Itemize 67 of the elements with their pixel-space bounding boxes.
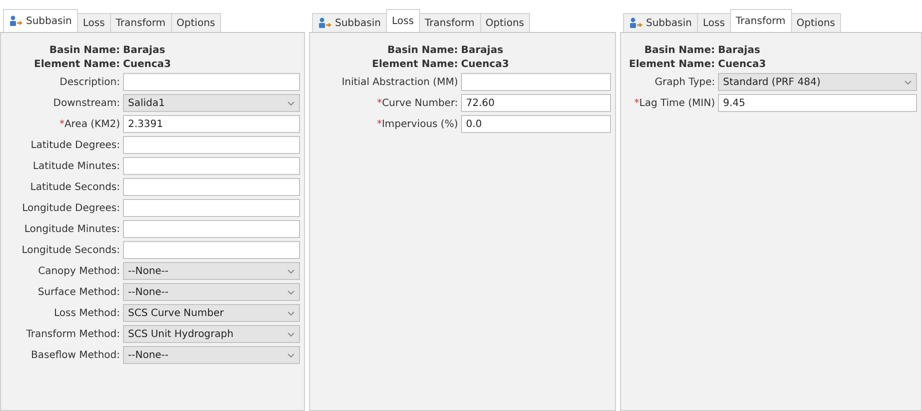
chevron-down-icon: [287, 352, 295, 358]
dropdown-field[interactable]: Salida1: [123, 94, 300, 112]
input-field[interactable]: [123, 178, 300, 196]
field-label: Longitude Degrees:: [21, 202, 120, 214]
tab[interactable]: Options: [480, 13, 530, 32]
input-field[interactable]: [123, 199, 300, 217]
input-field[interactable]: 9.45: [718, 94, 917, 112]
header-label: Element Name:: [628, 59, 715, 70]
input-field[interactable]: 72.60: [461, 94, 611, 112]
tab[interactable]: Transform: [418, 13, 481, 32]
field-label: Latitude Seconds:: [29, 182, 120, 192]
tab[interactable]: Subbasin: [312, 13, 387, 32]
field-label: Downstream:: [52, 98, 120, 108]
dropdown-field[interactable]: --None--: [123, 283, 300, 301]
chevron-down-icon: [287, 290, 295, 294]
header-value: Barajas: [123, 45, 166, 56]
input-field[interactable]: 0.0: [461, 115, 611, 133]
tab[interactable]: Options: [170, 13, 222, 32]
input-field[interactable]: [123, 73, 300, 91]
field-label: *Impervious (%): [376, 118, 458, 130]
chevron-down-icon: [287, 268, 295, 274]
field-label: *Area (KM2): [58, 118, 120, 130]
header-value: Cuenca3: [461, 59, 510, 70]
chevron-down-icon: [904, 80, 912, 84]
tab[interactable]: Subbasin: [3, 9, 78, 32]
header-label: Basin Name:: [386, 45, 458, 56]
chevron-down-icon: [287, 332, 295, 336]
field-label: *Curve Number:: [376, 98, 458, 108]
input-field[interactable]: [123, 220, 300, 238]
header-label: Basin Name:: [643, 45, 715, 56]
field-label: Longitude Minutes:: [23, 224, 120, 234]
input-field[interactable]: [461, 73, 611, 91]
field-label: Transform Method:: [25, 328, 120, 340]
header-value: Barajas: [461, 45, 504, 56]
field-label: Surface Method:: [36, 286, 120, 298]
field-label: *Lag Time (MIN): [633, 98, 715, 108]
chevron-down-icon: [287, 100, 295, 106]
tab[interactable]: Loss: [696, 13, 731, 32]
dropdown-field[interactable]: SCS Curve Number: [123, 304, 300, 322]
field-label: Loss Method:: [53, 308, 120, 318]
header-label: Element Name:: [371, 59, 458, 70]
field-label: Baseflow Method:: [30, 350, 120, 360]
field-label: Latitude Degrees:: [30, 140, 120, 150]
dropdown-field[interactable]: Standard (PRF 484): [718, 73, 917, 91]
input-field[interactable]: [123, 241, 300, 259]
field-label: Longitude Seconds:: [20, 244, 120, 256]
header-label: Element Name:: [33, 59, 120, 70]
input-field[interactable]: [123, 157, 300, 175]
dropdown-field[interactable]: --None--: [123, 346, 300, 364]
header-value: Barajas: [718, 45, 762, 56]
dropdown-field[interactable]: --None--: [123, 262, 300, 280]
field-label: Description:: [58, 76, 120, 88]
header-label: Basin Name:: [48, 45, 120, 56]
header-value: Cuenca3: [123, 59, 172, 70]
field-label: Canopy Method:: [37, 266, 120, 276]
tab[interactable]: Options: [790, 13, 842, 32]
field-label: Graph Type:: [654, 76, 715, 88]
field-label: Latitude Minutes:: [32, 160, 120, 172]
tab[interactable]: Subbasin: [623, 13, 698, 32]
chevron-down-icon: [287, 310, 295, 316]
header-value: Cuenca3: [718, 59, 767, 70]
dropdown-field[interactable]: SCS Unit Hydrograph: [123, 325, 300, 343]
tab[interactable]: Loss: [76, 13, 111, 32]
input-field[interactable]: [123, 136, 300, 154]
input-field[interactable]: 2.3391: [123, 115, 300, 133]
tab[interactable]: Transform: [110, 13, 172, 32]
field-label: Initial Abstraction (MM): [340, 76, 458, 88]
